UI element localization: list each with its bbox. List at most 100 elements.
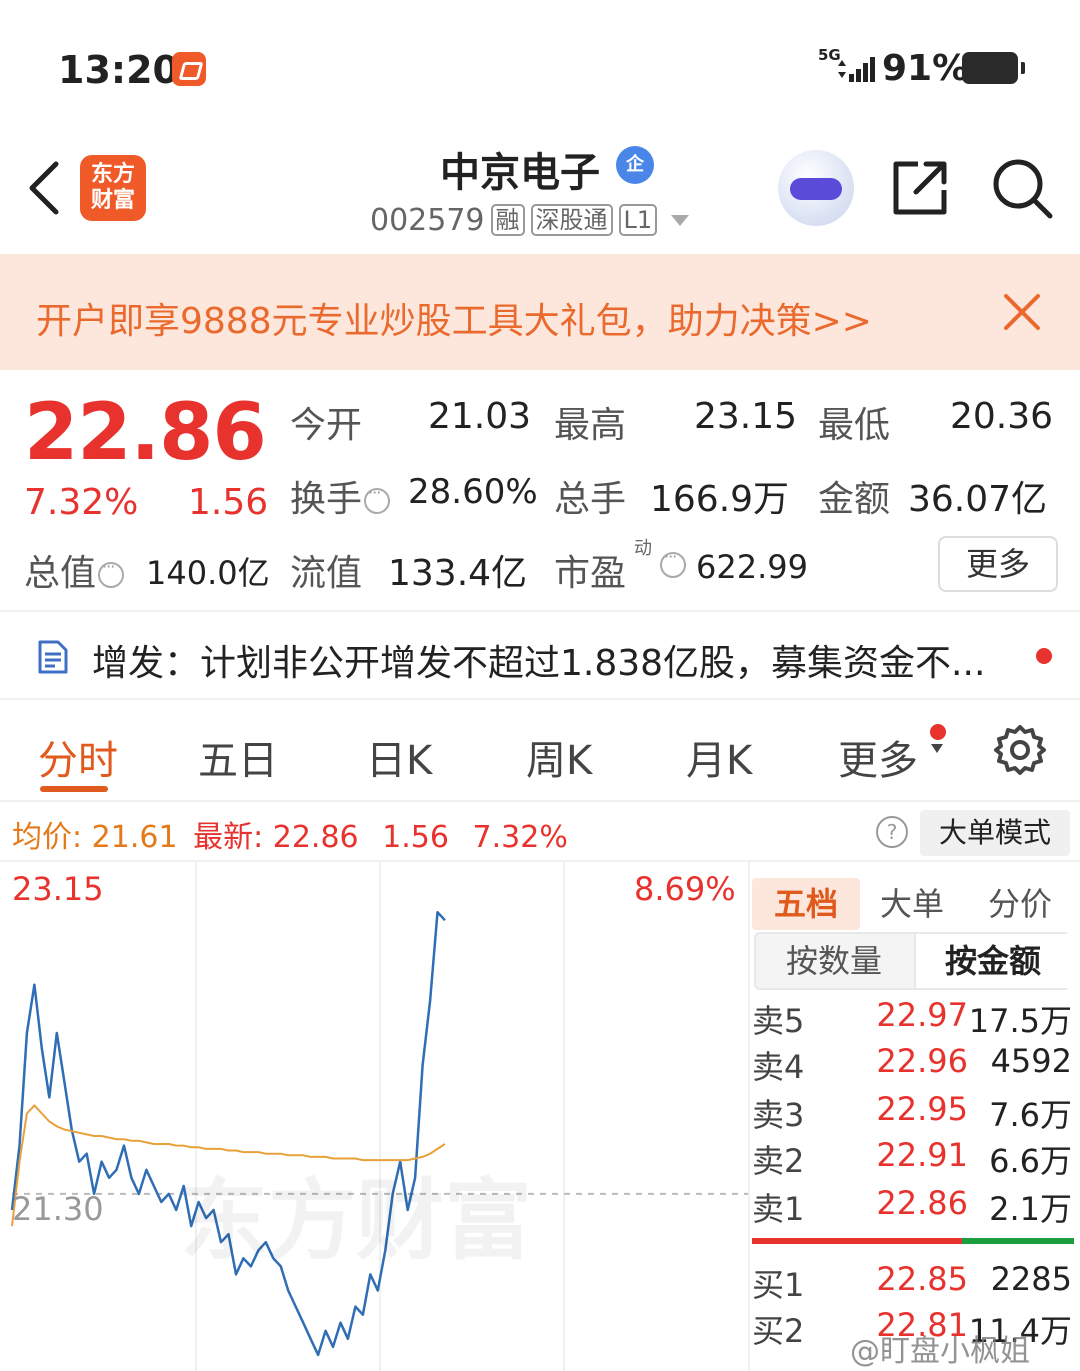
tag-level: L1 <box>618 204 658 236</box>
turnover-label[interactable]: 换手 <box>290 470 391 522</box>
ask-label: 卖2 <box>752 1142 805 1180</box>
ask-label: 卖1 <box>752 1190 805 1228</box>
y-axis-prev-close-label: 21.30 <box>12 1190 104 1228</box>
stock-code: 002579 <box>370 202 485 238</box>
document-icon <box>38 640 68 674</box>
intraday-chart[interactable] <box>0 862 748 1371</box>
tag-margin: 融 <box>490 204 525 236</box>
y-axis-top-pct-label: 8.69% <box>634 870 736 908</box>
enterprise-badge-icon: 企 <box>616 146 654 184</box>
ask-label: 卖5 <box>752 1002 805 1040</box>
avg-label: 均价: <box>12 820 83 855</box>
tab-intraday[interactable]: 分时 <box>38 728 118 786</box>
tab-five-level[interactable]: 五档 <box>752 878 860 930</box>
ask-price: 22.91 <box>876 1136 968 1174</box>
bid-label: 买2 <box>752 1312 805 1350</box>
volume-value: 166.9万 <box>650 479 790 520</box>
more-button[interactable]: 更多 <box>938 536 1058 592</box>
tag-shenzhen-connect: 深股通 <box>530 204 613 236</box>
bid-volume: 2285 <box>990 1260 1072 1298</box>
tab-more[interactable]: 更多 <box>838 728 918 786</box>
latest-change: 1.56 <box>382 820 449 855</box>
latest-label: 最新: <box>193 820 264 855</box>
ask-row-2: 卖2 22.91 6.6万 <box>752 1136 1072 1182</box>
price-summary-row: 均价: 21.61 最新: 22.86 1.56 7.32% <box>12 812 568 856</box>
help-icon[interactable]: ? <box>876 816 908 848</box>
stock-code-row[interactable]: 002579 融 深股通 L1 <box>370 200 690 240</box>
ask-volume: 17.5万 <box>968 1002 1072 1040</box>
mktcap-label-text: 总值 <box>24 553 97 594</box>
search-icon[interactable] <box>990 156 1054 220</box>
mktcap-value: 140.0亿 <box>146 554 270 592</box>
battery-percent: 91% <box>882 48 969 89</box>
tab-monthly-k[interactable]: 月K <box>686 728 752 786</box>
volume-label: 总手 <box>554 479 627 520</box>
turnover-label-text: 换手 <box>290 479 363 520</box>
promo-text[interactable]: 开户即享9888元专业炒股工具大礼包，助力决策>> <box>36 292 872 344</box>
unread-dot <box>1036 648 1052 664</box>
amount-value: 36.07亿 <box>908 479 1048 520</box>
ask-volume: 2.1万 <box>989 1190 1072 1228</box>
ask-row-4: 卖4 22.96 4592 <box>752 1042 1072 1088</box>
pe-label: 市盈 <box>554 553 627 594</box>
tab-big-orders[interactable]: 大单 <box>864 878 960 930</box>
signal-icon <box>838 57 875 82</box>
pe-value: 622.99 <box>696 548 808 586</box>
tab-daily-k[interactable]: 日K <box>366 728 432 786</box>
high-label: 最高 <box>554 405 627 446</box>
info-icon[interactable] <box>660 547 686 578</box>
seg-by-amount[interactable]: 按金额 <box>914 934 1070 988</box>
big-order-mode-button[interactable]: 大单模式 <box>920 810 1070 856</box>
tab-five-day[interactable]: 五日 <box>198 728 278 786</box>
open-label: 今开 <box>290 405 363 446</box>
low-value: 20.36 <box>950 396 1054 437</box>
avg-value: 21.61 <box>91 820 178 855</box>
share-icon[interactable] <box>888 156 952 220</box>
latest-value: 22.86 <box>272 820 359 855</box>
high-value: 23.15 <box>694 396 798 437</box>
ask-label: 卖4 <box>752 1048 805 1086</box>
float-value: 133.4亿 <box>388 553 528 594</box>
info-icon[interactable] <box>364 483 391 514</box>
tab-weekly-k[interactable]: 周K <box>526 728 592 786</box>
chevron-down-icon[interactable] <box>930 742 944 754</box>
ask-strength-bar <box>752 1238 962 1244</box>
bid-strength-bar <box>962 1238 1074 1244</box>
app-notification-icon <box>172 52 206 86</box>
ask-price: 22.96 <box>876 1042 968 1080</box>
battery-icon <box>962 52 1025 84</box>
gear-icon[interactable] <box>994 724 1046 776</box>
divider <box>0 800 1080 802</box>
chevron-down-icon[interactable] <box>671 214 690 226</box>
bid-row-1: 买1 22.85 2285 <box>752 1260 1072 1306</box>
amount-label: 金额 <box>818 479 891 520</box>
seg-by-quantity[interactable]: 按数量 <box>756 934 912 988</box>
divider <box>0 610 1080 612</box>
bid-label: 买1 <box>752 1266 805 1304</box>
open-value: 21.03 <box>428 396 532 437</box>
unread-dot <box>930 724 946 740</box>
close-icon[interactable] <box>1000 290 1044 334</box>
ask-volume: 4592 <box>990 1042 1072 1080</box>
low-label: 最低 <box>818 405 891 446</box>
ask-volume: 7.6万 <box>989 1096 1072 1134</box>
ask-row-1: 卖1 22.86 2.1万 <box>752 1184 1072 1230</box>
last-price: 22.86 <box>24 388 267 478</box>
change-amount: 1.56 <box>188 482 269 523</box>
status-time: 13:20 <box>58 48 179 92</box>
mktcap-label[interactable]: 总值 <box>24 544 125 596</box>
news-headline[interactable]: 增发：计划非公开增发不超过1.838亿股，募集资金不... <box>92 634 985 686</box>
ask-volume: 6.6万 <box>989 1142 1072 1180</box>
chart-watermark: 东方财富 <box>180 1169 533 1272</box>
weibo-watermark: @盯盘小枫姐 <box>850 1334 1030 1369</box>
turnover-value: 28.60% <box>408 472 538 512</box>
info-icon[interactable] <box>98 557 125 588</box>
bid-price: 22.85 <box>876 1260 968 1298</box>
ai-assistant-icon[interactable] <box>778 150 854 226</box>
latest-pct: 7.32% <box>472 820 568 855</box>
ask-row-3: 卖3 22.95 7.6万 <box>752 1090 1072 1136</box>
tab-price-distribution[interactable]: 分价 <box>968 878 1072 930</box>
ask-price: 22.95 <box>876 1090 968 1128</box>
active-tab-indicator <box>40 786 108 792</box>
divider <box>0 698 1080 700</box>
